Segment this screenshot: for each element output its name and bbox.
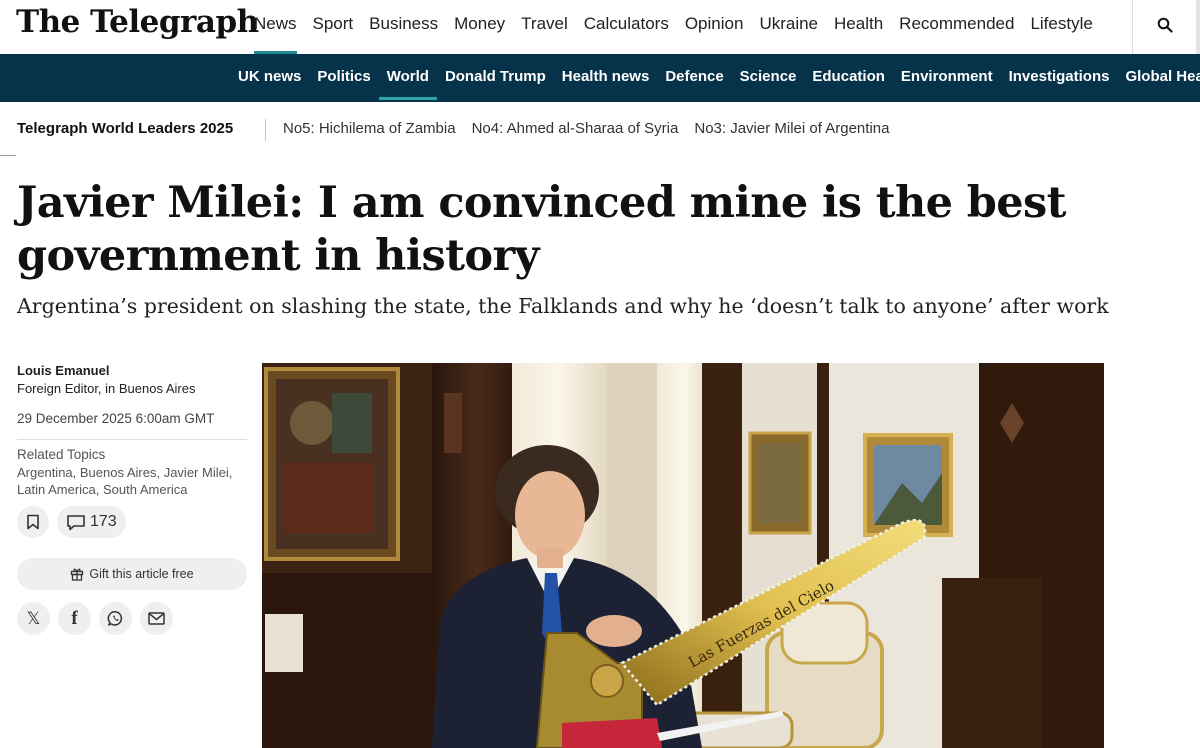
nav-item-calculators[interactable]: Calculators [576,0,677,54]
email-icon [148,612,165,625]
share-whatsapp-button[interactable] [99,602,132,635]
related-topics-list[interactable]: Argentina, Buenos Aires, Javier Milei, L… [17,464,247,498]
bookmark-button[interactable] [17,506,49,538]
share-buttons: 𝕏 f [17,602,173,635]
telegraph-logo[interactable]: The Telegraph [16,4,259,40]
subnav-item-science[interactable]: Science [732,54,805,100]
main-nav: News Sport Business Money Travel Calcula… [246,0,1101,54]
comment-icon [67,514,85,530]
subnav-item-global-health[interactable]: Global Health [1117,54,1200,100]
series-bar: Telegraph World Leaders 2025 No5: Hichil… [0,102,1200,156]
search-icon [1157,17,1173,33]
nav-item-news[interactable]: News [246,0,305,54]
article-headline: Javier Milei: I am convinced mine is the… [17,178,1067,281]
related-topics-heading: Related Topics [17,447,106,462]
share-email-button[interactable] [140,602,173,635]
nav-item-lifestyle[interactable]: Lifestyle [1022,0,1100,54]
search-button[interactable] [1132,0,1196,54]
subnav-item-health-news[interactable]: Health news [554,54,658,100]
nav-fade [1096,0,1132,54]
facebook-icon: f [71,608,78,629]
subnav-item-education[interactable]: Education [804,54,893,100]
nav-item-health[interactable]: Health [826,0,891,54]
article-standfirst: Argentina’s president on slashing the st… [17,294,1109,318]
author-role: Foreign Editor, in Buenos Aires [17,381,196,396]
subnav-item-defence[interactable]: Defence [657,54,731,100]
section-nav: UK news Politics World Donald Trump Heal… [0,54,1200,102]
series-divider [265,119,266,141]
bookmark-icon [27,514,39,530]
divider [17,439,247,440]
subnav-item-world[interactable]: World [378,54,438,100]
comments-button[interactable]: 173 [57,506,126,538]
subnav-item-investigations[interactable]: Investigations [1001,54,1118,100]
whatsapp-icon [107,611,123,626]
subnav-item-politics[interactable]: Politics [309,54,378,100]
hero-photo: Las Fuerzas del Cielo [262,363,1104,748]
nav-item-ukraine[interactable]: Ukraine [751,0,826,54]
nav-item-recommended[interactable]: Recommended [891,0,1022,54]
publish-date: 29 December 2025 6:00am GMT [17,411,215,426]
series-link[interactable]: No3: Javier Milei of Argentina [694,120,889,137]
subnav-item-environment[interactable]: Environment [893,54,1001,100]
series-underline [0,155,16,156]
nav-item-business[interactable]: Business [361,0,446,54]
subnav-item-uk-news[interactable]: UK news [230,54,309,100]
top-header: The Telegraph News Sport Business Money … [0,0,1200,54]
article-actions: 173 [17,506,126,538]
share-x-button[interactable]: 𝕏 [17,602,50,635]
page-scrollbar[interactable] [1196,0,1200,54]
x-icon: 𝕏 [26,609,41,628]
series-label[interactable]: Telegraph World Leaders 2025 [17,120,233,137]
author-name[interactable]: Louis Emanuel [17,362,247,380]
share-facebook-button[interactable]: f [58,602,91,635]
gift-icon [71,568,84,581]
article-hero-image[interactable]: Las Fuerzas del Cielo [262,363,1104,748]
byline-column: Louis Emanuel Foreign Editor, in Buenos … [17,362,247,635]
nav-item-opinion[interactable]: Opinion [677,0,752,54]
gift-article-button[interactable]: Gift this article free [17,558,247,590]
series-link[interactable]: No4: Ahmed al-Sharaa of Syria [472,120,679,137]
nav-item-travel[interactable]: Travel [513,0,576,54]
gift-label: Gift this article free [89,567,194,581]
comment-count: 173 [90,513,117,530]
series-link[interactable]: No5: Hichilema of Zambia [283,120,456,137]
nav-item-money[interactable]: Money [446,0,513,54]
subnav-item-donald-trump[interactable]: Donald Trump [437,54,554,100]
nav-item-sport[interactable]: Sport [305,0,362,54]
